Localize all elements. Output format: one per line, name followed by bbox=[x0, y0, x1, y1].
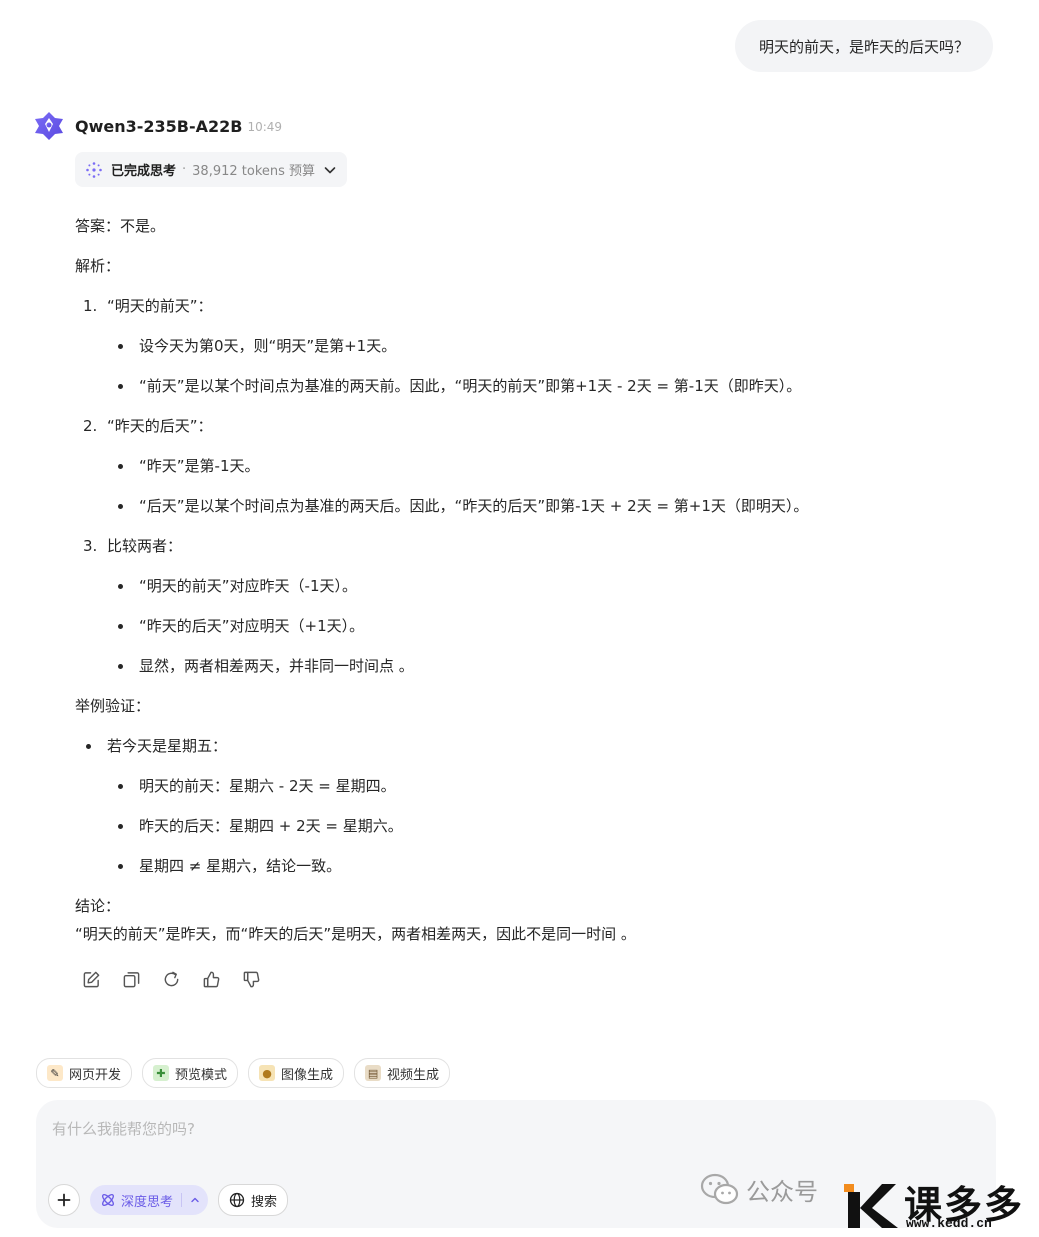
chip-image-gen[interactable]: ● 图像生成 bbox=[248, 1058, 345, 1088]
bullet-dot bbox=[118, 664, 123, 669]
brand-url: www.kedd.cn bbox=[906, 1216, 992, 1231]
chip-preview-mode[interactable]: ✚ 预览模式 bbox=[142, 1058, 239, 1088]
search-toggle[interactable]: 搜索 bbox=[218, 1184, 289, 1216]
kedd-brand-logo: 课多多 www.kedd.cn bbox=[842, 1176, 1038, 1232]
list-item-title: “昨天的后天”： bbox=[107, 417, 213, 435]
deep-think-label: 深度思考 bbox=[121, 1194, 174, 1210]
list-item: 明天的前天：星期六 - 2天 = 星期四。 bbox=[139, 777, 396, 795]
thinking-status: 已完成思考 bbox=[111, 164, 177, 179]
deep-think-toggle[interactable]: 深度思考 bbox=[90, 1185, 209, 1215]
chip-web-dev[interactable]: ✎ 网页开发 bbox=[36, 1058, 133, 1088]
chat-input-placeholder[interactable]: 有什么我能帮您的吗? bbox=[52, 1118, 195, 1139]
bullet-dot bbox=[118, 824, 123, 829]
pencil-icon: ✎ bbox=[47, 1065, 63, 1081]
message-time: 10:49 bbox=[247, 120, 283, 134]
bullet-dot bbox=[118, 624, 123, 629]
list-number: 3. bbox=[83, 537, 98, 555]
input-toolbar: 深度思考 搜索 bbox=[48, 1184, 289, 1216]
palette-icon: ● bbox=[259, 1065, 276, 1081]
analysis-label: 解析： bbox=[75, 257, 121, 275]
answer-line: 答案：不是。 bbox=[75, 217, 166, 235]
token-budget: 38,912 tokens 预算 bbox=[192, 164, 316, 179]
list-item-title: “明天的前天”： bbox=[107, 297, 213, 315]
list-item: “后天”是以某个时间点为基准的两天后。因此，“昨天的后天”即第-1天 + 2天 … bbox=[139, 497, 809, 515]
list-item: “昨天”是第-1天。 bbox=[139, 457, 260, 475]
add-attachment-button[interactable] bbox=[48, 1184, 80, 1216]
chip-label: 网页开发 bbox=[69, 1067, 122, 1083]
wechat-watermark: 公众号 bbox=[700, 1172, 818, 1207]
copy-icon bbox=[123, 971, 139, 987]
qwen-logo-icon bbox=[35, 112, 63, 140]
copy-button[interactable] bbox=[120, 968, 142, 990]
official-account-label: 公众号 bbox=[746, 1178, 818, 1206]
conclusion-text: “明天的前天”是昨天，而“昨天的后天”是明天，两者相差两天，因此不是同一时间 。 bbox=[75, 925, 636, 943]
chip-video-gen[interactable]: ▤ 视频生成 bbox=[354, 1058, 451, 1088]
plus-icon bbox=[57, 1193, 71, 1207]
chat-page: 明天的前天，是昨天的后天吗？ Qwen3-235B-A22B 10:49 已完成… bbox=[0, 0, 1039, 1237]
list-item: 设今天为第0天，则“明天”是第+1天。 bbox=[139, 337, 397, 355]
bullet-dot bbox=[118, 504, 123, 509]
thumbs-down-icon bbox=[243, 971, 259, 987]
wechat-icon bbox=[700, 1173, 739, 1204]
thinking-status-toggle[interactable]: 已完成思考 · 38,912 tokens 预算 bbox=[75, 152, 348, 187]
puzzle-icon: ✚ bbox=[153, 1065, 170, 1081]
user-message-bubble: 明天的前天，是昨天的后天吗？ bbox=[734, 20, 993, 72]
assistant-header: Qwen3-235B-A22B 10:49 bbox=[33, 110, 282, 142]
model-name: Qwen3-235B-A22B bbox=[75, 116, 243, 136]
list-item: “前天”是以某个时间点为基准的两天前。因此，“明天的前天”即第+1天 - 2天 … bbox=[139, 377, 802, 395]
list-item: 若今天是星期五： bbox=[107, 737, 228, 755]
atom-icon bbox=[102, 1194, 114, 1206]
search-label: 搜索 bbox=[251, 1194, 278, 1210]
bullet-dot bbox=[118, 344, 123, 349]
bullet-dot bbox=[86, 744, 91, 749]
chip-label: 视频生成 bbox=[387, 1067, 440, 1083]
list-item-title: 比较两者： bbox=[107, 537, 183, 555]
thumbs-up-icon bbox=[203, 971, 219, 987]
thinking-separator: · bbox=[182, 162, 187, 177]
message-actions bbox=[80, 968, 280, 990]
list-item: 显然，两者相差两天，并非同一时间点 。 bbox=[139, 657, 414, 675]
user-message-text: 明天的前天，是昨天的后天吗？ bbox=[758, 37, 969, 56]
edit-button[interactable] bbox=[80, 968, 102, 990]
bullet-dot bbox=[118, 464, 123, 469]
bullet-dot bbox=[118, 384, 123, 389]
list-item: “明天的前天”对应昨天（-1天）。 bbox=[139, 577, 357, 595]
refresh-icon bbox=[164, 971, 178, 986]
regenerate-button[interactable] bbox=[160, 968, 182, 990]
kedd-k-logo-icon bbox=[844, 1184, 898, 1228]
chevron-down-icon bbox=[324, 166, 336, 173]
bullet-dot bbox=[118, 584, 123, 589]
chip-label: 图像生成 bbox=[281, 1067, 334, 1083]
divider bbox=[181, 1193, 183, 1207]
suggestion-chips: ✎ 网页开发 ✚ 预览模式 ● 图像生成 ▤ 视频生成 bbox=[36, 1058, 460, 1088]
clapperboard-icon: ▤ bbox=[365, 1065, 382, 1081]
list-item: 星期四 ≠ 星期六，结论一致。 bbox=[139, 857, 342, 875]
list-item: 昨天的后天：星期四 + 2天 = 星期六。 bbox=[139, 817, 403, 835]
bullet-dot bbox=[118, 784, 123, 789]
chevron-up-icon[interactable] bbox=[190, 1195, 200, 1205]
list-item: “昨天的后天”对应明天（+1天）。 bbox=[139, 617, 365, 635]
conclusion-label: 结论： bbox=[75, 897, 121, 915]
globe-icon bbox=[229, 1192, 245, 1208]
list-number: 1. bbox=[83, 297, 98, 315]
edit-icon bbox=[83, 971, 99, 987]
list-number: 2. bbox=[83, 417, 98, 435]
thinking-sparkle-icon bbox=[86, 161, 102, 178]
thumbs-down-button[interactable] bbox=[240, 968, 262, 990]
thumbs-up-button[interactable] bbox=[200, 968, 222, 990]
example-label: 举例验证： bbox=[75, 697, 151, 715]
chip-label: 预览模式 bbox=[175, 1067, 228, 1083]
bullet-dot bbox=[118, 864, 123, 869]
